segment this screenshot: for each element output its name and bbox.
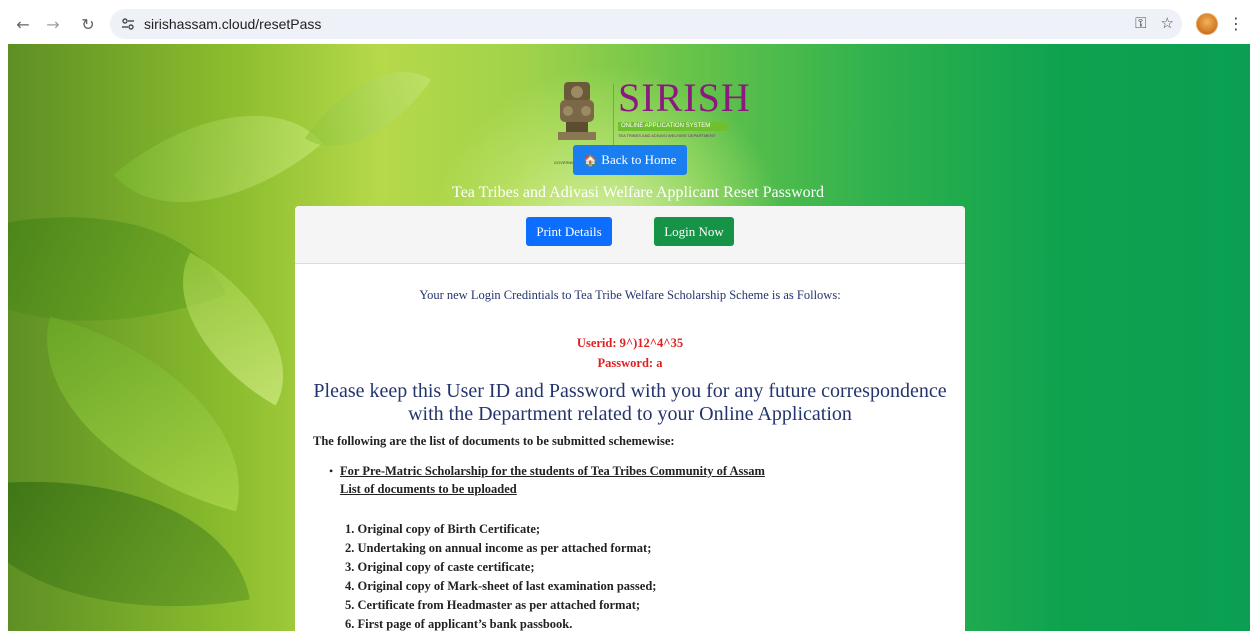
- document-item: 4. Original copy of Mark-sheet of last e…: [345, 579, 657, 593]
- address-bar[interactable]: sirishassam.cloud/resetPass ⚿ ☆: [110, 9, 1182, 39]
- home-icon: 🏠: [583, 154, 598, 167]
- keep-message-line: with the Department related to your Onli…: [408, 403, 852, 425]
- tea-leaf-image: [304, 44, 432, 179]
- forward-arrow-icon[interactable]: →: [42, 13, 64, 35]
- scheme-subtitle: List of documents to be uploaded: [340, 482, 517, 496]
- login-now-button[interactable]: Login Now: [654, 217, 734, 246]
- bullet-icon: •: [329, 464, 334, 478]
- card-header: Print Details Login Now: [295, 206, 965, 264]
- documents-heading: The following are the list of documents …: [313, 434, 675, 448]
- password-text: Password: a: [597, 356, 663, 370]
- documents-list: 1. Original copy of Birth Certificate; 2…: [345, 520, 905, 631]
- credentials-block: Userid: 9^)12^4^35 Password: a: [295, 333, 965, 373]
- site-info-icon[interactable]: [118, 14, 138, 34]
- scheme-title: For Pre-Matric Scholarship for the stude…: [340, 464, 765, 478]
- page-title: Tea Tribes and Adivasi Welfare Applicant…: [452, 184, 824, 201]
- keep-message-line: Please keep this User ID and Password wi…: [313, 380, 947, 402]
- more-vert-icon[interactable]: ⋮: [1228, 12, 1244, 36]
- logo-title: SIRISH: [618, 75, 751, 120]
- document-item: 1. Original copy of Birth Certificate;: [345, 522, 541, 536]
- userid-text: Userid: 9^)12^4^35: [576, 336, 684, 350]
- star-icon[interactable]: ☆: [1161, 14, 1174, 32]
- profile-avatar[interactable]: [1196, 13, 1218, 35]
- page-background: SIRISH ONLINE APPLICATION SYSTEM TEA TRI…: [8, 44, 1250, 631]
- logo-divider: [613, 84, 614, 154]
- document-item: 2. Undertaking on annual income as per a…: [345, 541, 652, 555]
- reload-icon[interactable]: ↻: [77, 13, 99, 35]
- browser-toolbar: ← → ↻ sirishassam.cloud/resetPass ⚿ ☆ ⋮: [0, 0, 1255, 48]
- document-item: 5. Certificate from Headmaster as per at…: [345, 598, 641, 612]
- credentials-intro: Your new Login Credintials to Tea Tribe …: [419, 288, 841, 302]
- document-item: 6. First page of applicant’s bank passbo…: [345, 617, 573, 631]
- keep-credentials-message: Please keep this User ID and Password wi…: [295, 380, 965, 426]
- logo-band: ONLINE APPLICATION SYSTEM: [618, 122, 728, 131]
- url-text[interactable]: sirishassam.cloud/resetPass: [144, 16, 321, 32]
- back-to-home-label: Back to Home: [601, 152, 677, 167]
- key-icon[interactable]: ⚿: [1135, 14, 1146, 32]
- document-item: 3. Original copy of caste certificate;: [345, 560, 535, 574]
- print-details-button[interactable]: Print Details: [526, 217, 612, 246]
- back-arrow-icon[interactable]: ←: [12, 13, 34, 35]
- back-to-home-button[interactable]: 🏠 Back to Home: [573, 145, 687, 175]
- credentials-card: Print Details Login Now Your new Login C…: [295, 206, 965, 631]
- logo-subtitle: TEA TRIBES AND ADIVASI WELFARE DEPARTMEN…: [618, 133, 716, 138]
